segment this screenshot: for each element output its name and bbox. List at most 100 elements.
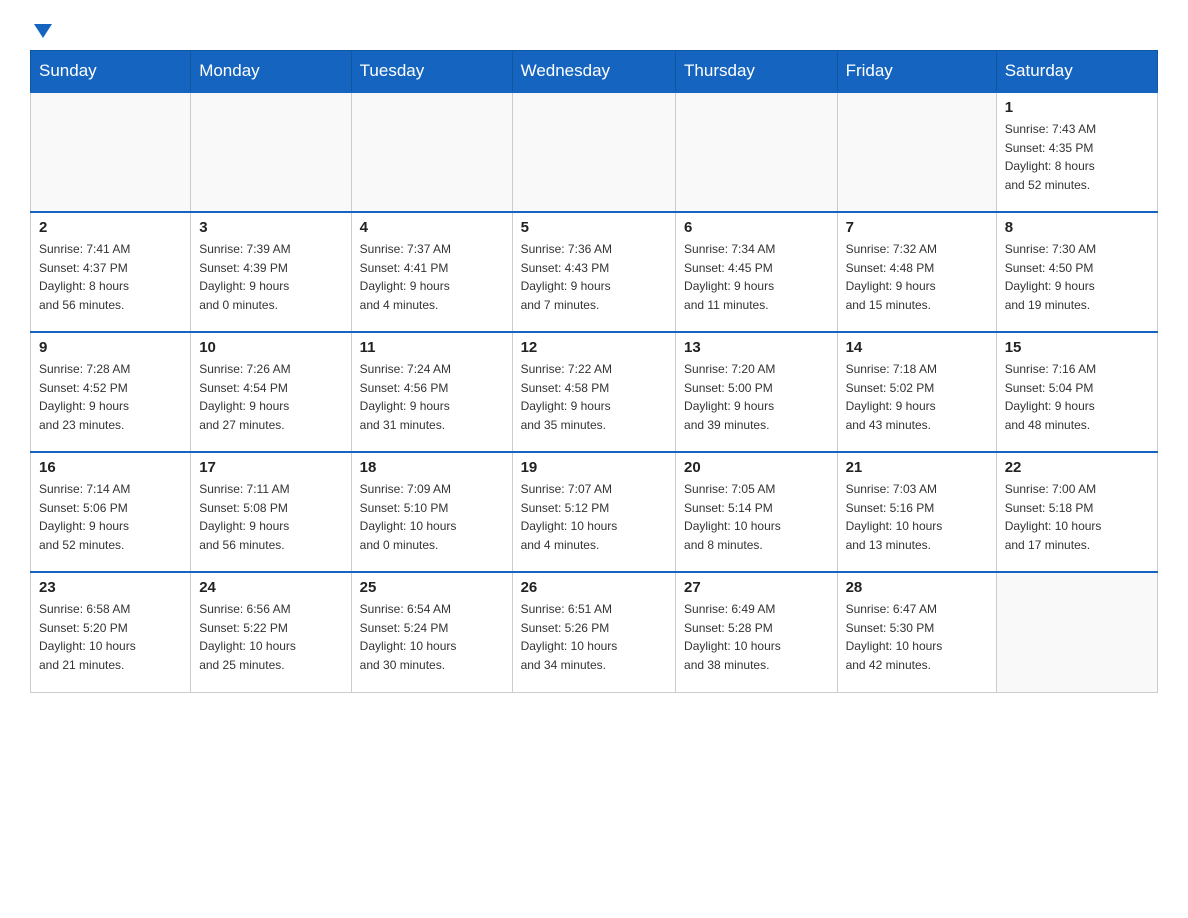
calendar-cell: 25 Sunrise: 6:54 AMSunset: 5:24 PMDayligh… (351, 572, 512, 692)
day-info: Sunrise: 7:39 AMSunset: 4:39 PMDaylight:… (199, 240, 342, 314)
page-header (30, 20, 1158, 40)
column-header-monday: Monday (191, 51, 351, 93)
day-info: Sunrise: 7:41 AMSunset: 4:37 PMDaylight:… (39, 240, 182, 314)
day-number: 22 (1005, 459, 1149, 476)
calendar-cell: 26 Sunrise: 6:51 AMSunset: 5:26 PMDayligh… (512, 572, 675, 692)
calendar-cell: 14Sunrise: 7:18 AMSunset: 5:02 PMDayligh… (837, 332, 996, 452)
logo-icon (30, 20, 54, 42)
day-info: Sunrise: 7:32 AMSunset: 4:48 PMDaylight:… (846, 240, 988, 314)
day-number: 9 (39, 339, 182, 356)
calendar-cell: 5 Sunrise: 7:36 AMSunset: 4:43 PMDaylight… (512, 212, 675, 332)
day-info: Sunrise: 7:03 AMSunset: 5:16 PMDaylight:… (846, 480, 988, 554)
day-number: 23 (39, 579, 182, 596)
day-number: 2 (39, 219, 182, 236)
day-number: 19 (521, 459, 667, 476)
day-number: 25 (360, 579, 504, 596)
day-number: 28 (846, 579, 988, 596)
calendar-cell (31, 92, 191, 212)
day-info: Sunrise: 7:20 AMSunset: 5:00 PMDaylight:… (684, 360, 829, 434)
column-header-saturday: Saturday (996, 51, 1157, 93)
day-number: 11 (360, 339, 504, 356)
calendar-cell: 21 Sunrise: 7:03 AMSunset: 5:16 PMDayligh… (837, 452, 996, 572)
column-header-sunday: Sunday (31, 51, 191, 93)
day-info: Sunrise: 6:51 AMSunset: 5:26 PMDaylight:… (521, 600, 667, 674)
day-number: 20 (684, 459, 829, 476)
calendar-week-row: 9 Sunrise: 7:28 AMSunset: 4:52 PMDaylight… (31, 332, 1158, 452)
day-info: Sunrise: 7:30 AMSunset: 4:50 PMDaylight:… (1005, 240, 1149, 314)
day-number: 10 (199, 339, 342, 356)
calendar-header-row: SundayMondayTuesdayWednesdayThursdayFrid… (31, 51, 1158, 93)
day-number: 1 (1005, 99, 1149, 116)
calendar-cell (676, 92, 838, 212)
column-header-tuesday: Tuesday (351, 51, 512, 93)
calendar-cell: 19 Sunrise: 7:07 AMSunset: 5:12 PMDayligh… (512, 452, 675, 572)
day-info: Sunrise: 7:34 AMSunset: 4:45 PMDaylight:… (684, 240, 829, 314)
calendar-cell: 10 Sunrise: 7:26 AMSunset: 4:54 PMDayligh… (191, 332, 351, 452)
calendar-week-row: 23 Sunrise: 6:58 AMSunset: 5:20 PMDayligh… (31, 572, 1158, 692)
day-number: 5 (521, 219, 667, 236)
day-info: Sunrise: 7:07 AMSunset: 5:12 PMDaylight:… (521, 480, 667, 554)
day-number: 18 (360, 459, 504, 476)
calendar-cell: 6 Sunrise: 7:34 AMSunset: 4:45 PMDaylight… (676, 212, 838, 332)
column-header-thursday: Thursday (676, 51, 838, 93)
calendar-cell: 24 Sunrise: 6:56 AMSunset: 5:22 PMDayligh… (191, 572, 351, 692)
calendar-cell: 22 Sunrise: 7:00 AMSunset: 5:18 PMDayligh… (996, 452, 1157, 572)
calendar-cell: 13 Sunrise: 7:20 AMSunset: 5:00 PMDayligh… (676, 332, 838, 452)
day-info: Sunrise: 6:54 AMSunset: 5:24 PMDaylight:… (360, 600, 504, 674)
day-number: 16 (39, 459, 182, 476)
day-number: 4 (360, 219, 504, 236)
calendar-cell: 4 Sunrise: 7:37 AMSunset: 4:41 PMDaylight… (351, 212, 512, 332)
day-info: Sunrise: 7:37 AMSunset: 4:41 PMDaylight:… (360, 240, 504, 314)
day-number: 7 (846, 219, 988, 236)
calendar-cell: 1Sunrise: 7:43 AMSunset: 4:35 PMDaylight… (996, 92, 1157, 212)
calendar-cell: 2 Sunrise: 7:41 AMSunset: 4:37 PMDaylight… (31, 212, 191, 332)
day-info: Sunrise: 7:16 AMSunset: 5:04 PMDaylight:… (1005, 360, 1149, 434)
day-number: 21 (846, 459, 988, 476)
day-info: Sunrise: 7:05 AMSunset: 5:14 PMDaylight:… (684, 480, 829, 554)
calendar-cell (191, 92, 351, 212)
calendar-cell: 20 Sunrise: 7:05 AMSunset: 5:14 PMDayligh… (676, 452, 838, 572)
calendar-week-row: 2 Sunrise: 7:41 AMSunset: 4:37 PMDaylight… (31, 212, 1158, 332)
day-number: 13 (684, 339, 829, 356)
day-number: 6 (684, 219, 829, 236)
day-info: Sunrise: 7:11 AMSunset: 5:08 PMDaylight:… (199, 480, 342, 554)
day-number: 15 (1005, 339, 1149, 356)
day-info: Sunrise: 6:58 AMSunset: 5:20 PMDaylight:… (39, 600, 182, 674)
day-number: 24 (199, 579, 342, 596)
calendar-cell: 11 Sunrise: 7:24 AMSunset: 4:56 PMDayligh… (351, 332, 512, 452)
day-info: Sunrise: 7:14 AMSunset: 5:06 PMDaylight:… (39, 480, 182, 554)
calendar-cell (837, 92, 996, 212)
calendar-cell: 9 Sunrise: 7:28 AMSunset: 4:52 PMDaylight… (31, 332, 191, 452)
calendar-cell: 27 Sunrise: 6:49 AMSunset: 5:28 PMDayligh… (676, 572, 838, 692)
day-number: 3 (199, 219, 342, 236)
day-number: 14 (846, 339, 988, 356)
day-info: Sunrise: 6:47 AMSunset: 5:30 PMDaylight:… (846, 600, 988, 674)
day-info: Sunrise: 7:09 AMSunset: 5:10 PMDaylight:… (360, 480, 504, 554)
column-header-wednesday: Wednesday (512, 51, 675, 93)
calendar-week-row: 16 Sunrise: 7:14 AMSunset: 5:06 PMDayligh… (31, 452, 1158, 572)
calendar-cell (996, 572, 1157, 692)
calendar-cell (512, 92, 675, 212)
day-info: Sunrise: 7:36 AMSunset: 4:43 PMDaylight:… (521, 240, 667, 314)
calendar-cell: 7 Sunrise: 7:32 AMSunset: 4:48 PMDaylight… (837, 212, 996, 332)
column-header-friday: Friday (837, 51, 996, 93)
calendar-table: SundayMondayTuesdayWednesdayThursdayFrid… (30, 50, 1158, 693)
day-info: Sunrise: 7:24 AMSunset: 4:56 PMDaylight:… (360, 360, 504, 434)
logo (30, 20, 54, 40)
day-info: Sunrise: 6:56 AMSunset: 5:22 PMDaylight:… (199, 600, 342, 674)
day-info: Sunrise: 7:26 AMSunset: 4:54 PMDaylight:… (199, 360, 342, 434)
day-info: Sunrise: 7:28 AMSunset: 4:52 PMDaylight:… (39, 360, 182, 434)
calendar-cell: 15 Sunrise: 7:16 AMSunset: 5:04 PMDayligh… (996, 332, 1157, 452)
calendar-cell: 23 Sunrise: 6:58 AMSunset: 5:20 PMDayligh… (31, 572, 191, 692)
calendar-cell: 17 Sunrise: 7:11 AMSunset: 5:08 PMDayligh… (191, 452, 351, 572)
logo-triangle-icon (32, 20, 54, 42)
calendar-cell: 16 Sunrise: 7:14 AMSunset: 5:06 PMDayligh… (31, 452, 191, 572)
day-info: Sunrise: 7:22 AMSunset: 4:58 PMDaylight:… (521, 360, 667, 434)
day-info: Sunrise: 6:49 AMSunset: 5:28 PMDaylight:… (684, 600, 829, 674)
calendar-cell: 18 Sunrise: 7:09 AMSunset: 5:10 PMDayligh… (351, 452, 512, 572)
day-info: Sunrise: 7:00 AMSunset: 5:18 PMDaylight:… (1005, 480, 1149, 554)
calendar-cell (351, 92, 512, 212)
day-number: 26 (521, 579, 667, 596)
day-number: 17 (199, 459, 342, 476)
day-number: 27 (684, 579, 829, 596)
